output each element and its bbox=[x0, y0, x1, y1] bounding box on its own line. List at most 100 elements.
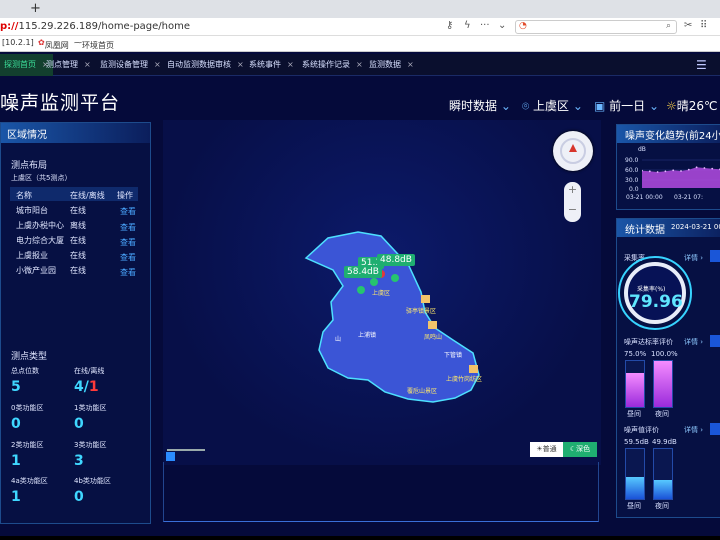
compass-icon[interactable] bbox=[553, 131, 593, 171]
zoom-control: + − bbox=[564, 182, 581, 222]
night-label: 夜间 bbox=[655, 410, 669, 418]
trend-chart bbox=[642, 159, 720, 188]
detail-link[interactable]: 详情 › bbox=[684, 337, 703, 347]
normal-style-button[interactable]: ☀普通 bbox=[530, 442, 563, 457]
date-select[interactable]: ▣ 前一日 ⌄ bbox=[594, 97, 659, 114]
panel-title: 区域情况 bbox=[7, 130, 47, 141]
row-name: 电力综合大厦 bbox=[16, 236, 64, 245]
stat-label: 4a类功能区 bbox=[11, 477, 48, 485]
tab-oplog[interactable]: 系统操作记录 × bbox=[298, 54, 367, 76]
nav-menu-icon[interactable]: ☰ bbox=[696, 58, 707, 72]
key-icon[interactable]: ⚷ bbox=[446, 20, 453, 31]
dark-style-button[interactable]: ☾深色 bbox=[563, 442, 597, 457]
day-compliance-bar bbox=[625, 360, 645, 408]
stat-label: 4b类功能区 bbox=[74, 477, 111, 485]
tab-events[interactable]: 系统事件 × bbox=[245, 54, 298, 76]
stat-value: 1 bbox=[11, 453, 21, 469]
more-menu-icon[interactable]: ··· bbox=[480, 20, 490, 31]
poi-marker[interactable] bbox=[428, 321, 437, 329]
view-link[interactable]: 查看 bbox=[120, 252, 136, 263]
night-compliance-value: 100.0% bbox=[651, 350, 678, 358]
stat-label: 总点位数 bbox=[11, 367, 39, 375]
night-noise-bar bbox=[653, 448, 673, 500]
section-title: 测点类型 bbox=[11, 352, 48, 362]
stat-value: 0 bbox=[11, 416, 21, 432]
column-header: 在线/离线 bbox=[70, 191, 105, 200]
tab-points[interactable]: 测点管理 × bbox=[42, 54, 95, 76]
trend-point bbox=[711, 167, 714, 170]
close-icon[interactable]: × bbox=[287, 60, 294, 69]
address-url[interactable]: p://115.29.226.189/home-page/home bbox=[0, 21, 190, 32]
close-icon[interactable]: × bbox=[356, 60, 363, 69]
stat-value: 5 bbox=[11, 379, 21, 395]
detail-link[interactable]: 详情 › bbox=[684, 425, 703, 435]
close-icon[interactable]: × bbox=[84, 60, 91, 69]
search-engine-icon: ◔ bbox=[519, 21, 527, 31]
stat-label: 3类功能区 bbox=[74, 441, 107, 449]
monitor-point[interactable] bbox=[357, 286, 365, 294]
zoom-out-button[interactable]: − bbox=[564, 203, 581, 216]
grid-icon[interactable]: ⠿ bbox=[700, 20, 707, 31]
collection-rate-gauge: 采集率(%) 79.96 bbox=[624, 262, 686, 324]
poi-marker[interactable] bbox=[469, 365, 478, 373]
map-tooltip: 58.4dB bbox=[344, 266, 382, 278]
side-indicator bbox=[710, 335, 720, 347]
trend-point bbox=[664, 170, 667, 173]
noise-label: 噪声值评价 bbox=[624, 426, 659, 434]
search-icon[interactable]: ⌕ bbox=[666, 21, 671, 31]
stat-value: 1 bbox=[11, 489, 21, 505]
detail-link[interactable]: 详情 › bbox=[684, 253, 703, 263]
day-noise-value: 59.5dB bbox=[624, 438, 649, 446]
browser-search-input[interactable]: ◔ ⌕ bbox=[515, 20, 677, 34]
row-status: 在线 bbox=[70, 251, 86, 260]
night-label: 夜间 bbox=[655, 502, 669, 510]
side-indicator bbox=[710, 423, 720, 435]
y-tick: 60.0 bbox=[625, 167, 639, 174]
zoom-in-button[interactable]: + bbox=[564, 183, 581, 196]
panel-header: 区域情况 bbox=[1, 123, 150, 143]
chevron-down-icon: ⌄ bbox=[649, 99, 660, 113]
trend-point bbox=[703, 167, 706, 169]
view-link[interactable]: 查看 bbox=[120, 267, 136, 278]
monitor-point[interactable] bbox=[391, 274, 399, 282]
map-label: 山 bbox=[335, 336, 342, 343]
lightning-icon[interactable]: ϟ bbox=[464, 20, 471, 31]
section-subtitle: 上虞区（共5测点） bbox=[11, 174, 72, 182]
view-link[interactable]: 查看 bbox=[120, 206, 136, 217]
calendar-icon: ▣ bbox=[594, 99, 606, 113]
monitor-point[interactable] bbox=[370, 278, 378, 286]
trend-point bbox=[648, 170, 651, 173]
row-status: 离线 bbox=[70, 221, 86, 230]
chevron-down-icon: ⌄ bbox=[500, 99, 511, 113]
tab-monitor-data[interactable]: 监测数据 × bbox=[365, 54, 418, 76]
map-label: 下管镇 bbox=[444, 352, 463, 359]
poi-marker[interactable] bbox=[421, 295, 430, 303]
stat-label: 2类功能区 bbox=[11, 441, 44, 449]
close-icon[interactable]: × bbox=[237, 60, 244, 69]
night-compliance-bar bbox=[653, 360, 673, 408]
view-link[interactable]: 查看 bbox=[120, 237, 136, 248]
region-select[interactable]: ⌾ 上虞区 ⌄ bbox=[522, 97, 583, 114]
taskbar-edge bbox=[0, 536, 720, 540]
row-name: 上虞办税中心 bbox=[16, 221, 64, 230]
tab-devices[interactable]: 监测设备管理 × bbox=[96, 54, 165, 76]
new-tab-button[interactable]: + bbox=[30, 1, 41, 16]
scissors-icon[interactable]: ✂ bbox=[684, 20, 692, 31]
map-canvas[interactable]: 上虞区 驿亭镇景区 凤鸣山 上浦镇 下管镇 上虞竹岗纺区 覆卮山景区 山 51.… bbox=[163, 120, 601, 465]
stat-label: 在线/离线 bbox=[74, 367, 105, 375]
tab-audit[interactable]: 自动监测数据审核 × bbox=[163, 54, 248, 76]
bookmark-item[interactable]: ⁓ 环境首页 bbox=[74, 38, 114, 50]
eval-label: 噪声达标率评价 bbox=[624, 338, 673, 346]
close-icon[interactable]: × bbox=[407, 60, 414, 69]
chevron-down-icon[interactable]: ⌄ bbox=[498, 20, 506, 31]
bookmark-item[interactable]: ✿ 凤凰网 bbox=[38, 38, 69, 50]
bookmark-item[interactable]: [10.2.1] bbox=[2, 38, 34, 47]
map-logo-icon bbox=[166, 452, 175, 461]
map-label: 覆卮山景区 bbox=[407, 388, 438, 395]
y-tick: 30.0 bbox=[625, 177, 639, 184]
stats-timestamp: 2024-03-21 00 bbox=[671, 223, 720, 231]
browser-address-bar[interactable]: p://115.29.226.189/home-page/home ⚷ ϟ ··… bbox=[0, 18, 720, 36]
view-link[interactable]: 查看 bbox=[120, 222, 136, 233]
data-mode-select[interactable]: 瞬时数据 ⌄ bbox=[449, 97, 511, 114]
close-icon[interactable]: × bbox=[154, 60, 161, 69]
